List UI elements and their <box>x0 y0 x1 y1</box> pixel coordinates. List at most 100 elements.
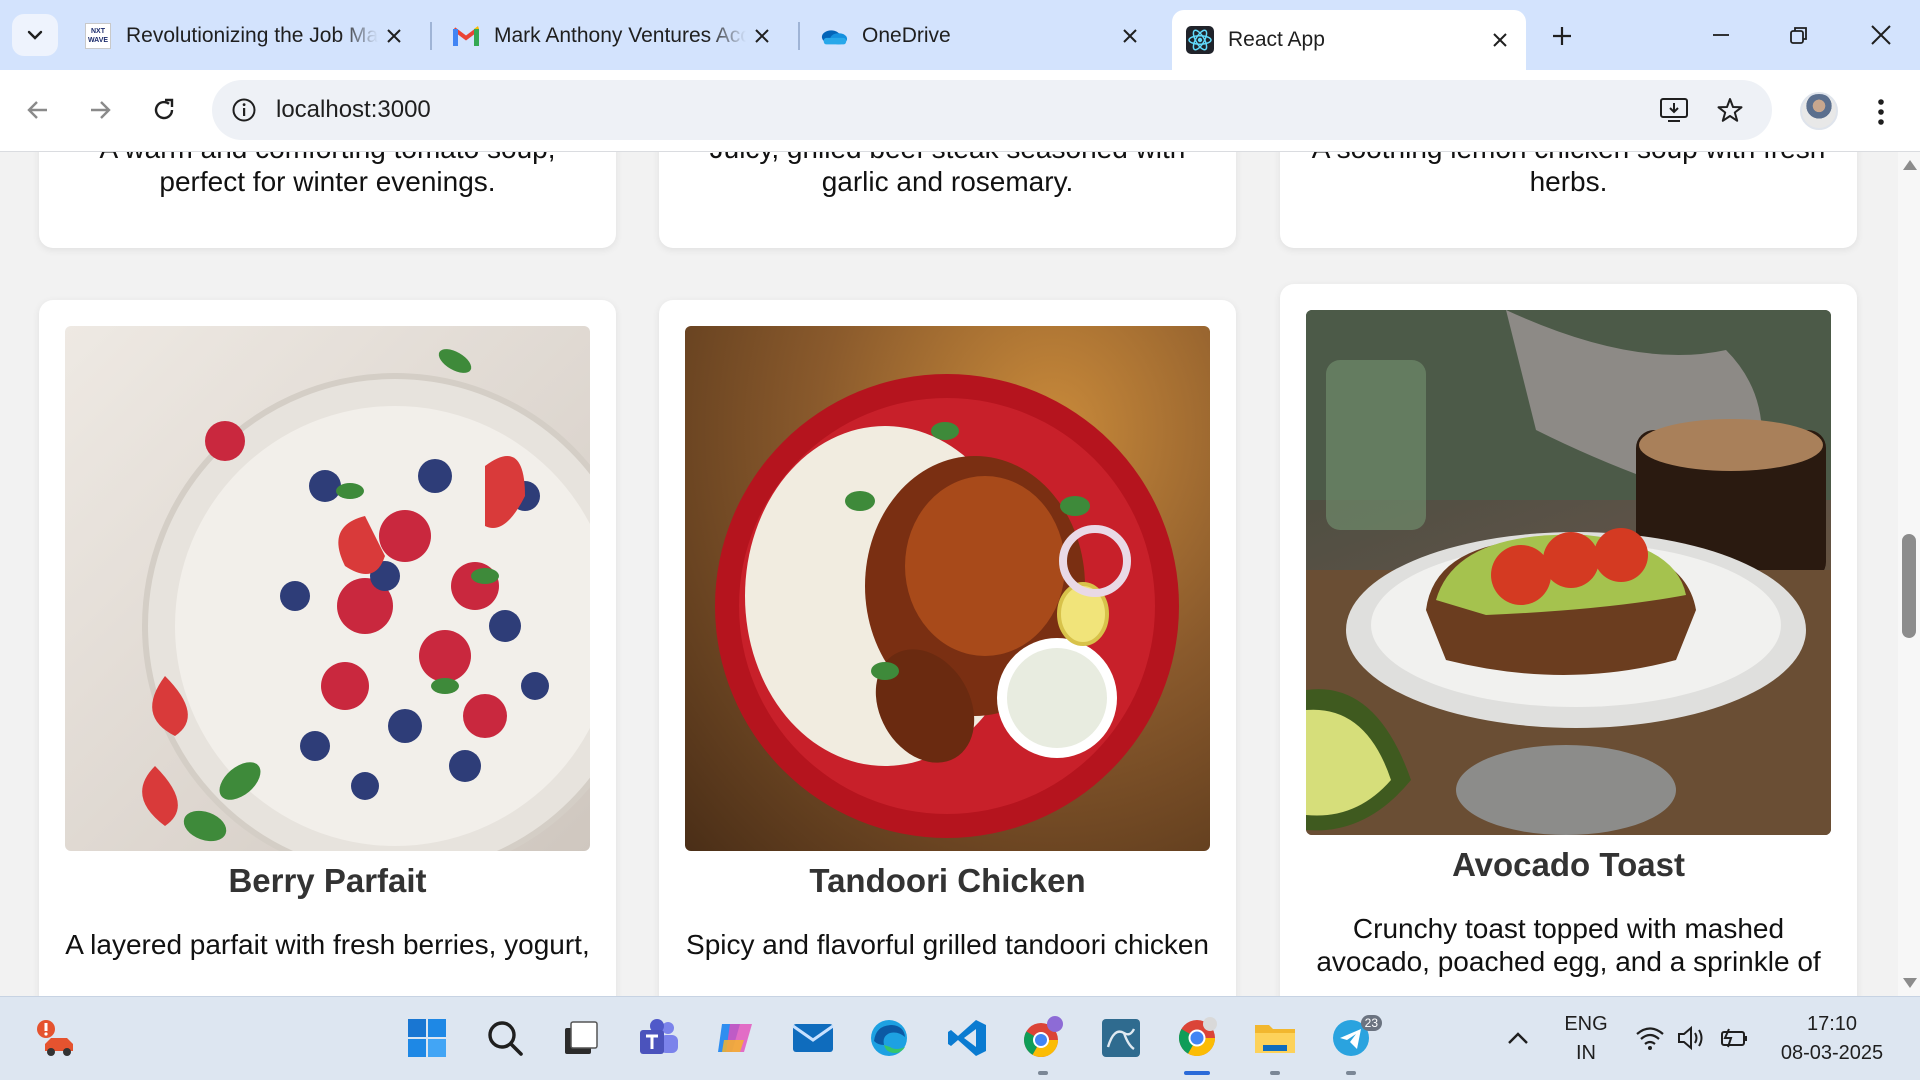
vscode-icon[interactable] <box>942 1013 992 1063</box>
windows-taskbar: 23 ENG IN 17:10 08-03-2025 <box>0 996 1920 1080</box>
recipe-description-partial: Juicy, grilled beef steak seasoned with <box>681 152 1214 165</box>
tab-strip: NXT WAVE Revolutionizing the Job Market … <box>0 0 1920 70</box>
copilot-icon[interactable] <box>710 1013 760 1063</box>
page-viewport: A warm and comforting tomato soup, perfe… <box>0 152 1898 996</box>
notification-badge: 23 <box>1360 1015 1382 1031</box>
file-explorer-icon[interactable] <box>1250 1013 1300 1075</box>
chrome-profile-icon[interactable] <box>1018 1013 1068 1075</box>
close-window-button[interactable] <box>1846 14 1916 56</box>
install-app-icon[interactable] <box>1654 92 1694 128</box>
scroll-down-arrow-icon[interactable] <box>1903 978 1917 988</box>
close-icon[interactable] <box>1484 24 1516 56</box>
nxtwave-icon: NXT WAVE <box>84 22 112 50</box>
recipe-card-tomato-soup[interactable]: A warm and comforting tomato soup, perfe… <box>39 152 616 248</box>
arrow-right-icon <box>91 101 111 119</box>
wifi-icon[interactable] <box>1630 1013 1670 1063</box>
tab-search-button[interactable] <box>12 14 58 56</box>
mail-icon[interactable] <box>788 1013 838 1063</box>
avocado-toast-photo <box>1306 310 1831 835</box>
bookmark-star-icon[interactable] <box>1710 92 1750 128</box>
tab-react-app[interactable]: React App <box>1172 10 1526 70</box>
site-info-icon[interactable] <box>226 92 262 128</box>
chevron-up-icon <box>1508 1032 1528 1044</box>
tab-separator <box>798 22 800 50</box>
start-windows-icon[interactable] <box>402 1013 452 1063</box>
running-indicator <box>1270 1071 1280 1075</box>
restore-icon <box>1790 27 1807 44</box>
recipe-title: Berry Parfait <box>228 862 427 899</box>
profile-avatar[interactable] <box>1800 92 1838 130</box>
recipe-description: A layered parfait with fresh berries, yo… <box>65 929 590 960</box>
tab-title: React App <box>1228 28 1325 51</box>
mysql-workbench-icon[interactable] <box>1096 1013 1146 1063</box>
region-code: IN <box>1576 1042 1596 1064</box>
recipe-card-tandoori-chicken[interactable]: Tandoori Chicken Spicy and flavorful gri… <box>659 300 1236 996</box>
tab-title: OneDrive <box>862 24 951 47</box>
recipe-card-lemon-chicken-soup[interactable]: A soothing lemon chicken soup with fresh… <box>1280 152 1857 248</box>
recipe-description: Spicy and flavorful grilled tandoori chi… <box>686 929 1209 960</box>
page-scrollbar[interactable] <box>1898 152 1920 996</box>
edge-icon[interactable] <box>864 1013 914 1063</box>
minimize-button[interactable] <box>1686 14 1756 56</box>
battery-icon[interactable] <box>1714 1013 1754 1063</box>
forward-button[interactable] <box>78 88 122 132</box>
language-code: ENG <box>1564 1013 1608 1035</box>
close-icon[interactable] <box>378 20 410 52</box>
tab-separator <box>430 22 432 50</box>
recipe-description: perfect for winter evenings. <box>159 166 496 197</box>
onedrive-icon <box>820 22 848 50</box>
tandoori-chicken-photo <box>685 326 1210 851</box>
berry-parfait-photo <box>65 326 590 851</box>
running-indicator <box>1038 1071 1048 1075</box>
recipe-description-partial: A soothing lemon chicken soup with fresh <box>1302 152 1835 165</box>
back-button[interactable] <box>16 88 60 132</box>
clock-time: 17:10 <box>1806 1013 1858 1035</box>
show-hidden-icons-button[interactable] <box>1494 1013 1542 1063</box>
react-icon <box>1186 26 1214 54</box>
restore-button[interactable] <box>1764 14 1834 56</box>
tab-title: Mark Anthony Ventures Accounts <box>494 24 746 47</box>
clock-date: 08-03-2025 <box>1780 1042 1884 1064</box>
recipe-description: avocado, poached egg, and a sprinkle of <box>1316 946 1821 977</box>
chevron-down-icon <box>27 30 43 40</box>
recipe-description-partial: A warm and comforting tomato soup, <box>61 152 594 165</box>
recipe-title: Avocado Toast <box>1452 846 1685 883</box>
more-vert-icon <box>1878 99 1884 125</box>
reload-icon <box>154 98 174 120</box>
minimize-icon <box>1713 34 1729 36</box>
volume-icon[interactable] <box>1672 1013 1712 1063</box>
close-icon[interactable] <box>746 20 778 52</box>
recipe-card-berry-parfait[interactable]: Berry Parfait A layered parfait with fre… <box>39 300 616 996</box>
arrow-left-icon <box>27 101 47 119</box>
reload-button[interactable] <box>142 88 186 132</box>
widgets-icon[interactable] <box>32 1013 82 1063</box>
tab-onedrive[interactable]: OneDrive <box>806 12 1156 60</box>
recipe-description: herbs. <box>1529 166 1608 197</box>
close-icon <box>1871 25 1891 45</box>
task-view-icon[interactable] <box>556 1013 606 1063</box>
scroll-up-arrow-icon[interactable] <box>1903 160 1917 170</box>
telegram-icon[interactable]: 23 <box>1326 1013 1382 1075</box>
recipe-description: Crunchy toast topped with mashed <box>1352 913 1785 944</box>
url-text[interactable]: localhost:3000 <box>276 96 431 124</box>
search-icon[interactable] <box>480 1013 530 1063</box>
chrome-icon[interactable] <box>1172 1013 1222 1075</box>
browser-menu-button[interactable] <box>1866 94 1896 130</box>
plus-icon <box>1553 27 1571 45</box>
tab-title: Revolutionizing the Job Market <box>126 24 378 47</box>
recipe-card-beef-steak[interactable]: Juicy, grilled beef steak seasoned with … <box>659 152 1236 248</box>
tab-gmail[interactable]: Mark Anthony Ventures Accounts <box>438 12 788 60</box>
scrollbar-thumb[interactable] <box>1902 534 1916 638</box>
new-tab-button[interactable] <box>1542 18 1582 54</box>
close-icon[interactable] <box>1114 20 1146 52</box>
clock[interactable]: 17:10 08-03-2025 <box>1770 1013 1894 1065</box>
language-indicator[interactable]: ENG IN <box>1560 1013 1612 1065</box>
browser-toolbar: localhost:3000 <box>0 70 1920 152</box>
teams-icon[interactable] <box>634 1013 684 1063</box>
active-window-indicator <box>1184 1071 1210 1075</box>
recipe-card-avocado-toast[interactable]: Avocado Toast Crunchy toast topped with … <box>1280 284 1857 996</box>
tab-nxtwave[interactable]: NXT WAVE Revolutionizing the Job Market <box>70 12 420 60</box>
address-bar[interactable]: localhost:3000 <box>212 80 1772 140</box>
running-indicator <box>1346 1071 1356 1075</box>
recipe-description: garlic and rosemary. <box>821 166 1074 197</box>
